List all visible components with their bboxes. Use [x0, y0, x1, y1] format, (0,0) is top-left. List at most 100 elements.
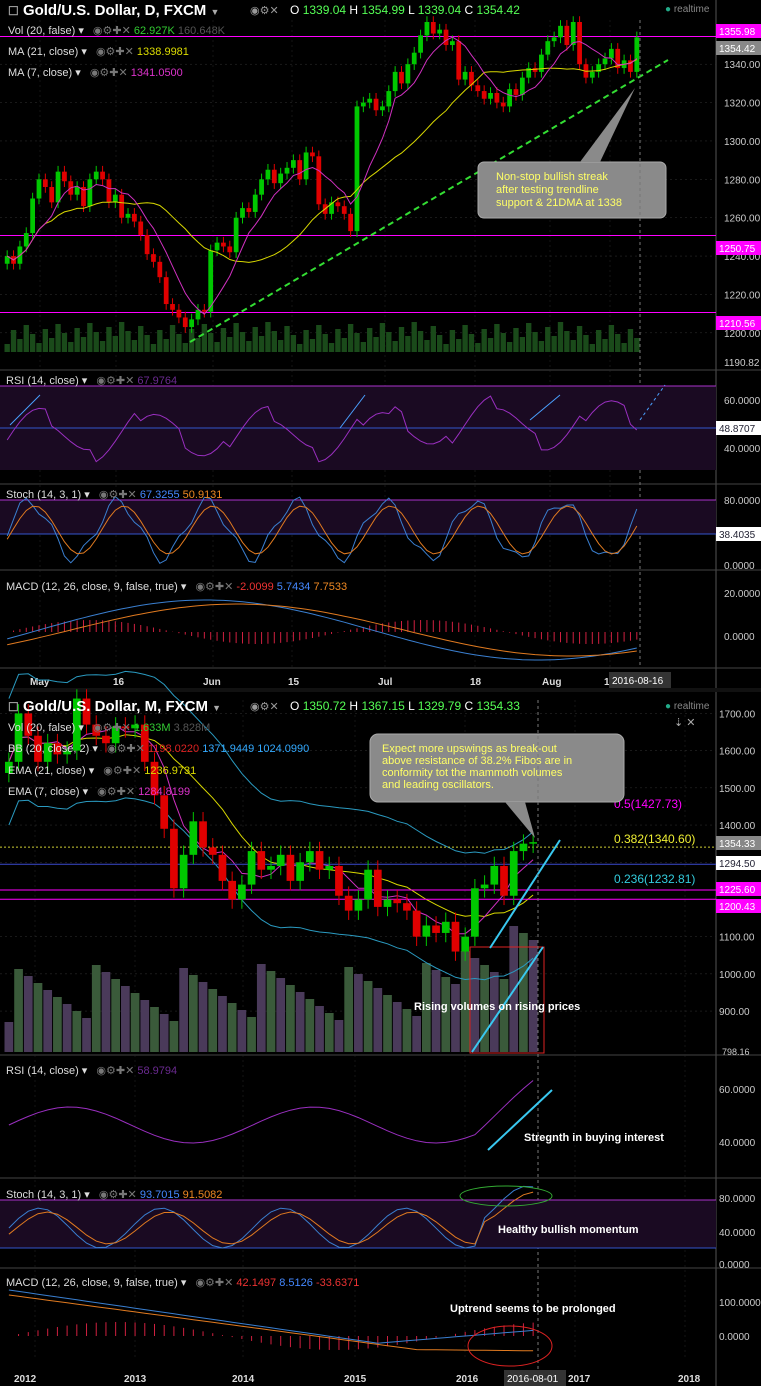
- top-volume-bar: [112, 336, 118, 352]
- top-candle-body: [456, 41, 462, 80]
- top-rsi-tick: 40.0000: [724, 444, 761, 455]
- top-macd-tick: 20.0000: [724, 589, 761, 600]
- bottom-chart-title-block[interactable]: ☐ Gold/U.S. Dollar, M, FXCM ▼: [8, 698, 221, 715]
- rsi-value: 67.9764: [137, 375, 178, 387]
- bottom-candle-body: [276, 854, 285, 866]
- top-tag-last-text: 1354.42: [719, 44, 756, 55]
- rsi-value: 58.9794: [137, 1065, 178, 1077]
- top-volume-bar: [201, 324, 208, 352]
- vol-label: Vol (20, false): [8, 25, 76, 37]
- top-tag-high: 1355.98: [716, 24, 761, 38]
- top-candle-body: [87, 179, 93, 207]
- top-volume-bar: [506, 342, 513, 352]
- bottom-rsi-legend[interactable]: RSI (14, close) ▾ ◉⚙✚✕ 58.9794: [6, 1064, 177, 1077]
- bottom-candle-body: [500, 865, 508, 896]
- chart-menu-icon[interactable]: ☐: [8, 700, 19, 714]
- top-candle-body: [195, 309, 201, 320]
- bottom-volume-bar: [256, 964, 266, 1052]
- ma21-value: 1338.9981: [136, 46, 189, 58]
- top-volume-bar: [627, 329, 634, 352]
- bottom-fib-382: 0.382(1340.60): [614, 832, 695, 846]
- top-candle-body: [609, 48, 614, 59]
- top-realtime-status: ● realtime: [665, 4, 710, 15]
- bottom-candle-body: [393, 899, 402, 904]
- top-candle-body: [367, 98, 373, 103]
- top-stoch-tag-text: 38.4035: [719, 530, 756, 541]
- top-volume-bar: [182, 343, 188, 352]
- bottom-candle-body: [490, 865, 499, 885]
- bottom-x-label: 2012: [14, 1374, 37, 1385]
- top-macd-tick: 0.0000: [724, 632, 755, 643]
- top-candle-body: [481, 91, 487, 99]
- bottom-price-tick: 900.00: [719, 1007, 750, 1018]
- stoch-label: Stoch (14, 3, 1): [6, 489, 82, 501]
- top-volume-bar: [538, 341, 545, 352]
- bottom-realtime-status: ● realtime: [665, 701, 710, 712]
- bottom-volume-bar: [159, 1014, 169, 1052]
- panel-arrows[interactable]: ⇣ ✕: [674, 716, 696, 729]
- top-volume-bar: [436, 335, 443, 352]
- top-x-label: Jul: [378, 677, 393, 688]
- bottom-chart-ohlc: O 1350.72 H 1367.15 L 1329.79 C 1354.33: [290, 699, 520, 713]
- top-candle-body: [399, 71, 404, 84]
- top-candle-body: [74, 187, 80, 195]
- top-candle-body: [570, 22, 576, 46]
- bottom-stoch-legend[interactable]: Stoch (14, 3, 1) ▾ ◉⚙✚✕ 93.7015 91.5082: [6, 1188, 222, 1201]
- chart-menu-icon[interactable]: ☐: [8, 4, 19, 18]
- top-rsi-legend[interactable]: RSI (14, close) ▾ ◉⚙✚✕ 67.9764: [6, 374, 177, 387]
- bb-upper-value: 1371.9449: [202, 743, 255, 755]
- top-volume-bar: [494, 324, 500, 352]
- top-candle-body: [49, 187, 55, 203]
- bottom-ema21-legend[interactable]: EMA (21, close) ▾ ◉⚙✚✕ 1236.9731: [8, 764, 196, 777]
- eye-icon[interactable]: ◉⚙✕: [250, 5, 279, 17]
- top-volume-bar: [519, 337, 526, 352]
- bottom-candle-body: [238, 884, 246, 900]
- bottom-volume-bar: [218, 996, 227, 1052]
- bb-lower-value: 1024.0990: [257, 743, 310, 755]
- top-volume-bar: [61, 333, 68, 352]
- top-stoch-legend[interactable]: Stoch (14, 3, 1) ▾ ◉⚙✚✕ 67.3255 50.9131: [6, 488, 222, 501]
- bottom-macd-legend[interactable]: MACD (12, 26, close, 9, false, true) ▾ ◉…: [6, 1276, 359, 1289]
- top-candle-body: [151, 254, 156, 262]
- bottom-candle-body: [383, 899, 392, 907]
- top-ma21-legend[interactable]: MA (21, close) ▾ ◉⚙✚✕ 1338.9981: [8, 45, 189, 58]
- top-volume-bar: [500, 333, 506, 352]
- bottom-candle-body: [286, 854, 295, 881]
- bottom-price-tick: 1500.00: [719, 784, 756, 795]
- ma7-value: 1341.0500: [130, 67, 183, 79]
- eye-icon[interactable]: ◉⚙✕: [250, 701, 279, 713]
- bottom-vol-legend[interactable]: Vol (20, false) ▾ ◉⚙✚✕ 1.633M 3.828M: [8, 721, 210, 734]
- bottom-candle-body: [296, 862, 304, 881]
- top-chart-title-block[interactable]: ☐ Gold/U.S. Dollar, D, FXCM ▼: [8, 2, 219, 19]
- top-volume-bar: [284, 326, 290, 352]
- top-candle-body: [513, 89, 519, 95]
- top-volume-bar: [258, 336, 265, 352]
- bottom-ema7-legend[interactable]: EMA (7, close) ▾ ◉⚙✚✕ 1284.8199: [8, 785, 190, 798]
- top-volume-bar: [583, 335, 589, 352]
- bottom-price-tick: 1100.00: [719, 933, 755, 944]
- top-volume-bar: [462, 325, 468, 352]
- top-volume-bar: [608, 325, 615, 352]
- bottom-chart-toolbar[interactable]: ◉⚙✕: [250, 700, 279, 713]
- top-volume-bar: [526, 323, 532, 352]
- top-candle-body: [189, 319, 194, 328]
- top-volume-bar: [271, 331, 277, 352]
- top-candle-body: [240, 208, 245, 218]
- top-candle-body: [392, 71, 398, 92]
- top-candle-body: [278, 173, 284, 184]
- chevron-down-icon[interactable]: ▼: [212, 703, 221, 713]
- top-volume-bar: [144, 335, 150, 352]
- chevron-down-icon[interactable]: ▼: [210, 7, 219, 17]
- top-volume-bar: [239, 332, 246, 352]
- top-ma7-legend[interactable]: MA (7, close) ▾ ◉⚙✚✕ 1341.0500: [8, 66, 183, 79]
- bottom-vol-note: Rising volumes on rising prices: [414, 1001, 580, 1013]
- macd-label: MACD (12, 26, close, 9, false, true): [6, 581, 178, 593]
- bottom-volume-bar: [276, 978, 286, 1052]
- top-macd-legend[interactable]: MACD (12, 26, close, 9, false, true) ▾ ◉…: [6, 580, 347, 593]
- bottom-bb-legend[interactable]: BB (20, close, 2) ▾ ◉⚙✚✕ 1198.0220 1371.…: [8, 742, 309, 755]
- top-volume-bar: [220, 328, 227, 352]
- top-chart-toolbar[interactable]: ◉⚙✕: [250, 4, 279, 17]
- bottom-candle-body: [422, 925, 431, 937]
- macd-hist-value: -2.0099: [236, 581, 274, 593]
- top-vol-legend[interactable]: Vol (20, false) ▾ ◉⚙✚✕ 62.927K 160.648K: [8, 24, 225, 37]
